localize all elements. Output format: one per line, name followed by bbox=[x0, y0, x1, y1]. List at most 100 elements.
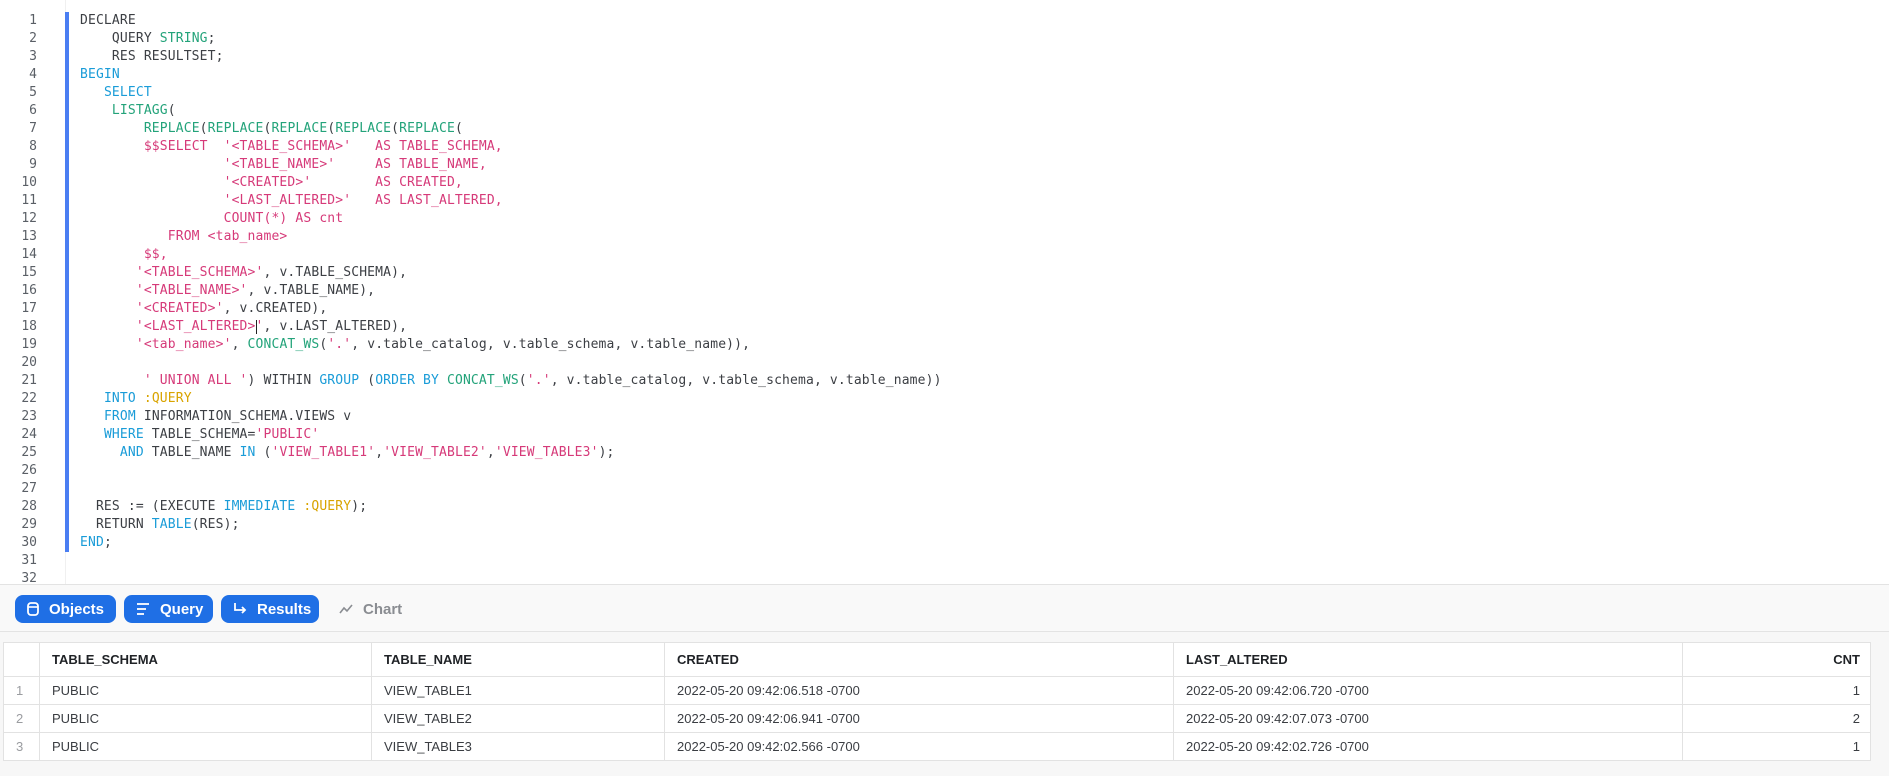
column-header-cnt[interactable]: CNT bbox=[1682, 642, 1871, 677]
database-icon bbox=[27, 602, 39, 616]
cell-last-altered[interactable]: 2022-05-20 09:42:02.726 -0700 bbox=[1173, 732, 1683, 761]
code-line[interactable] bbox=[80, 354, 942, 372]
code-line[interactable]: RES RESULTSET; bbox=[80, 48, 942, 66]
table-row[interactable]: 2 PUBLIC VIEW_TABLE2 2022-05-20 09:42:06… bbox=[3, 704, 1871, 733]
cell-table-schema[interactable]: PUBLIC bbox=[39, 676, 372, 705]
cell-created[interactable]: 2022-05-20 09:42:06.518 -0700 bbox=[664, 676, 1174, 705]
code-line[interactable]: FROM INFORMATION_SCHEMA.VIEWS v bbox=[80, 408, 942, 426]
code-line[interactable]: ' UNION ALL ') WITHIN GROUP (ORDER BY CO… bbox=[80, 372, 942, 390]
chart-label: Chart bbox=[363, 600, 403, 618]
code-token-plain: ; bbox=[103, 535, 112, 550]
cell-created[interactable]: 2022-05-20 09:42:02.566 -0700 bbox=[664, 732, 1174, 761]
code-token-str: $$, bbox=[143, 247, 168, 262]
line-number: 1 bbox=[29, 13, 37, 28]
code-line[interactable]: '<TABLE_NAME>' AS TABLE_NAME, bbox=[80, 156, 942, 174]
code-line[interactable]: QUERY STRING; bbox=[80, 30, 942, 48]
cell-cnt[interactable]: 1 bbox=[1682, 676, 1871, 705]
code-line[interactable]: FROM <tab_name> bbox=[80, 228, 942, 246]
code-line[interactable]: END; bbox=[80, 534, 942, 552]
code-line[interactable]: '<TABLE_SCHEMA>', v.TABLE_SCHEMA), bbox=[80, 264, 942, 282]
code-line[interactable]: '<CREATED>' AS CREATED, bbox=[80, 174, 942, 192]
sql-editor[interactable]: 1 2 3 4 5 6 7 8 9 10 11 12 13 14 15 16 17 18 19 20 21 22 23 24 2… bbox=[0, 0, 1889, 584]
code-token-plain: , v.table_catalog, v.table_schema, v.tab… bbox=[351, 337, 751, 352]
code-line[interactable] bbox=[80, 480, 942, 498]
code-token-plain: ( bbox=[391, 121, 400, 136]
cell-created[interactable]: 2022-05-20 09:42:06.941 -0700 bbox=[664, 704, 1174, 733]
code-token-plain: , v.TABLE_NAME), bbox=[247, 283, 376, 298]
table-row[interactable]: 3 PUBLIC VIEW_TABLE3 2022-05-20 09:42:02… bbox=[3, 732, 1871, 761]
code-line[interactable]: '<tab_name>', CONCAT_WS('.', v.table_cat… bbox=[80, 336, 942, 354]
code-token-fn: CONCAT_WS bbox=[447, 373, 519, 388]
results-button[interactable]: Results bbox=[221, 595, 319, 623]
code-line[interactable]: RES := (EXECUTE IMMEDIATE :QUERY); bbox=[80, 498, 942, 516]
line-number: 4 bbox=[29, 67, 37, 82]
cell-table-schema[interactable]: PUBLIC bbox=[39, 704, 372, 733]
code-line[interactable]: '<LAST_ALTERED>' AS LAST_ALTERED, bbox=[80, 192, 942, 210]
line-number: 5 bbox=[29, 85, 37, 100]
code-token-kw: INTO bbox=[103, 391, 136, 406]
code-line[interactable]: RETURN TABLE(RES); bbox=[80, 516, 942, 534]
code-token-plain: ); bbox=[351, 499, 368, 514]
row-number: 2 bbox=[3, 704, 40, 733]
cell-table-name[interactable]: VIEW_TABLE2 bbox=[371, 704, 665, 733]
code-content[interactable]: DECLARE QUERY STRING; RES RESULTSET; BEGI… bbox=[80, 12, 942, 584]
code-line[interactable]: $$, bbox=[80, 246, 942, 264]
code-token-fn: REPLACE bbox=[399, 121, 455, 136]
code-line[interactable]: '<LAST_ALTERED>', v.LAST_ALTERED), bbox=[80, 318, 942, 336]
code-line[interactable]: $$SELECT '<TABLE_SCHEMA>' AS TABLE_SCHEM… bbox=[80, 138, 942, 156]
line-number: 11 bbox=[21, 193, 37, 208]
column-header-created[interactable]: CREATED bbox=[664, 642, 1174, 677]
code-line[interactable]: REPLACE(REPLACE(REPLACE(REPLACE(REPLACE( bbox=[80, 120, 942, 138]
code-token-str: 'VIEW_TABLE2' bbox=[383, 445, 487, 460]
code-line[interactable] bbox=[80, 570, 942, 584]
code-token-fn: REPLACE bbox=[271, 121, 328, 136]
line-number: 19 bbox=[21, 337, 37, 352]
line-number: 15 bbox=[21, 265, 37, 280]
code-token-kw: END bbox=[80, 535, 104, 550]
line-number: 12 bbox=[21, 211, 37, 226]
code-line[interactable] bbox=[80, 462, 942, 480]
code-line[interactable]: BEGIN bbox=[80, 66, 942, 84]
line-number: 7 bbox=[29, 121, 37, 136]
code-line[interactable]: '<TABLE_NAME>', v.TABLE_NAME), bbox=[80, 282, 942, 300]
cell-table-name[interactable]: VIEW_TABLE1 bbox=[371, 676, 665, 705]
code-line[interactable]: WHERE TABLE_SCHEMA='PUBLIC' bbox=[80, 426, 942, 444]
code-token-kw: SELECT bbox=[103, 85, 152, 100]
code-line[interactable]: INTO :QUERY bbox=[80, 390, 942, 408]
cell-cnt[interactable]: 2 bbox=[1682, 704, 1871, 733]
line-number: 9 bbox=[29, 157, 37, 172]
code-line[interactable]: '<CREATED>', v.CREATED), bbox=[80, 300, 942, 318]
objects-button[interactable]: Objects bbox=[15, 595, 116, 623]
code-token-plain: ( bbox=[255, 445, 272, 460]
code-token-str: '<CREATED>' bbox=[135, 301, 224, 316]
code-token-kw: IMMEDIATE bbox=[223, 499, 296, 514]
code-line[interactable] bbox=[80, 552, 942, 570]
query-button[interactable]: Query bbox=[124, 595, 213, 623]
code-line[interactable]: DECLARE bbox=[80, 12, 942, 30]
column-header-table-schema[interactable]: TABLE_SCHEMA bbox=[39, 642, 372, 677]
code-line[interactable]: COUNT(*) AS cnt bbox=[80, 210, 942, 228]
column-header-last-altered[interactable]: LAST_ALTERED bbox=[1173, 642, 1683, 677]
code-line[interactable]: LISTAGG( bbox=[80, 102, 942, 120]
code-token-plain: ; bbox=[207, 31, 216, 46]
code-line[interactable]: SELECT bbox=[80, 84, 942, 102]
cell-table-schema[interactable]: PUBLIC bbox=[39, 732, 372, 761]
code-token-plain: INFORMATION_SCHEMA.VIEWS v bbox=[135, 409, 352, 424]
cell-cnt[interactable]: 1 bbox=[1682, 732, 1871, 761]
cell-last-altered[interactable]: 2022-05-20 09:42:07.073 -0700 bbox=[1173, 704, 1683, 733]
line-number: 13 bbox=[21, 229, 37, 244]
column-header-table-name[interactable]: TABLE_NAME bbox=[371, 642, 665, 677]
cell-table-name[interactable]: VIEW_TABLE3 bbox=[371, 732, 665, 761]
table-row[interactable]: 1 PUBLIC VIEW_TABLE1 2022-05-20 09:42:06… bbox=[3, 676, 1871, 705]
cell-last-altered[interactable]: 2022-05-20 09:42:06.720 -0700 bbox=[1173, 676, 1683, 705]
code-line[interactable]: AND TABLE_NAME IN ('VIEW_TABLE1','VIEW_T… bbox=[80, 444, 942, 462]
chart-button[interactable]: Chart bbox=[333, 595, 413, 623]
line-number: 3 bbox=[29, 49, 37, 64]
